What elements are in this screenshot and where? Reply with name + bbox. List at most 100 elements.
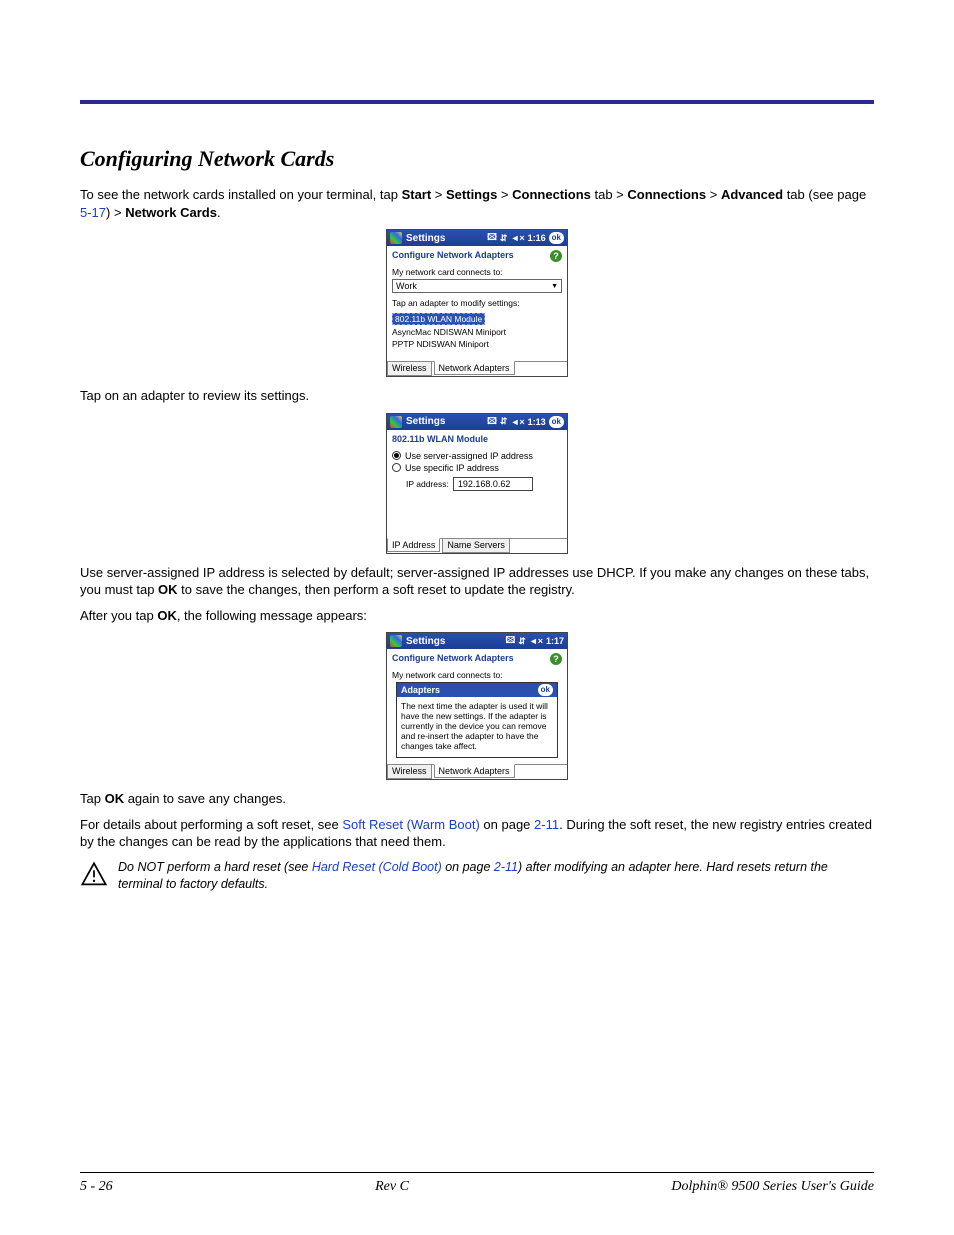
popup-title-text: Adapters [401, 685, 440, 695]
connectivity-icon[interactable]: 🖾 [505, 633, 515, 649]
help-icon[interactable]: ? [550, 250, 562, 262]
popup-body-text: The next time the adapter is used it wil… [401, 701, 553, 751]
ok-button[interactable]: ok [549, 416, 564, 428]
tab-ip-address[interactable]: IP Address [387, 538, 440, 552]
speaker-icon[interactable]: ◄× [529, 636, 543, 646]
pda-titlebar: Settings 🖾 ⇵ ◄× 1:16 ok [387, 230, 567, 246]
crumb-settings: Settings [446, 187, 497, 202]
intro-post: ) > [106, 205, 125, 220]
sep: tab (see page [783, 187, 866, 202]
intro-end: . [217, 205, 221, 220]
hard-reset-page-link[interactable]: 2-11 [494, 860, 518, 874]
warning-text: Do NOT perform a hard reset (see Hard Re… [118, 859, 874, 893]
tab-wireless[interactable]: Wireless [387, 362, 432, 376]
sep: > [431, 187, 446, 202]
radio-label: Use specific IP address [405, 463, 499, 473]
screenshot-configure-adapters: Settings 🖾 ⇵ ◄× 1:16 ok Configure Networ… [386, 229, 568, 377]
soft-reset-page-link[interactable]: 2-11 [534, 817, 559, 832]
sep: tab > [591, 187, 628, 202]
header-rule [80, 100, 874, 104]
sr-a: For details about performing a soft rese… [80, 817, 342, 832]
titlebar-text: Settings [406, 416, 445, 427]
ok-button[interactable]: ok [549, 232, 564, 244]
after-a: After you tap [80, 608, 157, 623]
tap-again-b: again to save any changes. [124, 791, 286, 806]
tab-network-adapters[interactable]: Network Adapters [434, 361, 515, 375]
speaker-icon[interactable]: ◄× [510, 417, 524, 427]
warning-icon [80, 861, 108, 889]
ip-label: IP address: [406, 479, 449, 489]
page-footer: 5 - 26 Rev C Dolphin® 9500 Series User's… [80, 1172, 874, 1195]
panel-subtitle: Configure Network Adapters [392, 250, 514, 262]
section-title: Configuring Network Cards [80, 146, 874, 172]
modify-label: Tap an adapter to modify settings: [392, 298, 562, 308]
connectivity-icon[interactable]: 🖾 [487, 230, 497, 246]
sr-b: on page [480, 817, 534, 832]
intro-paragraph: To see the network cards installed on yo… [80, 186, 874, 221]
clock-text: 1:16 [528, 233, 546, 243]
connectivity-icon[interactable]: 🖾 [487, 414, 497, 430]
connects-label: My network card connects to: [392, 267, 562, 277]
pda-titlebar: Settings 🖾 ⇵ ◄× 1:17 [387, 633, 567, 649]
adapter-selected: 802.11b WLAN Module [392, 313, 485, 325]
footer-page-num: 5 - 26 [80, 1179, 113, 1195]
warn-a: Do NOT perform a hard reset (see [118, 860, 312, 874]
tab-network-adapters[interactable]: Network Adapters [434, 764, 515, 778]
panel-subtitle: Configure Network Adapters [392, 653, 514, 665]
screenshot-adapters-popup: Settings 🖾 ⇵ ◄× 1:17 Configure Network A… [386, 632, 568, 780]
help-icon[interactable]: ? [550, 653, 562, 665]
windows-start-icon[interactable] [390, 232, 402, 244]
crumb-networkcards: Network Cards [125, 205, 217, 220]
crumb-start: Start [402, 187, 432, 202]
radio-specific-ip[interactable]: Use specific IP address [392, 463, 562, 473]
after-ok-paragraph: After you tap OK, the following message … [80, 607, 874, 625]
hard-reset-link[interactable]: Hard Reset (Cold Boot) [312, 860, 442, 874]
panel-subtitle: 802.11b WLAN Module [392, 434, 488, 444]
dhcp-paragraph: Use server-assigned IP address is select… [80, 564, 874, 599]
page-ref-link[interactable]: 5-17 [80, 205, 106, 220]
pda-titlebar: Settings 🖾 ⇵ ◄× 1:13 ok [387, 414, 567, 430]
sep: > [497, 187, 512, 202]
ok-text: OK [157, 608, 177, 623]
titlebar-text: Settings [406, 636, 445, 647]
ip-address-field[interactable]: 192.168.0.62 [453, 477, 533, 491]
speaker-icon[interactable]: ◄× [510, 233, 524, 243]
adapters-popup: Adapters ok The next time the adapter is… [396, 682, 558, 758]
titlebar-text: Settings [406, 233, 445, 244]
crumb-advanced: Advanced [721, 187, 783, 202]
radio-server-assigned[interactable]: Use server-assigned IP address [392, 451, 562, 461]
radio-label: Use server-assigned IP address [405, 451, 533, 461]
windows-start-icon[interactable] [390, 416, 402, 428]
connects-value: Work [396, 281, 417, 291]
signal-icon[interactable]: ⇵ [518, 636, 526, 647]
dhcp-b: to save the changes, then perform a soft… [178, 582, 575, 597]
adapter-item[interactable]: PPTP NDISWAN Miniport [392, 338, 562, 350]
adapter-item[interactable]: AsyncMac NDISWAN Miniport [392, 326, 562, 338]
intro-pre: To see the network cards installed on yo… [80, 187, 402, 202]
footer-guide-title: Dolphin® 9500 Series User's Guide [671, 1179, 874, 1195]
tab-name-servers[interactable]: Name Servers [442, 539, 510, 553]
connects-label: My network card connects to: [392, 670, 562, 680]
tap-adapter-text: Tap on an adapter to review its settings… [80, 387, 874, 405]
windows-start-icon[interactable] [390, 635, 402, 647]
popup-ok-button[interactable]: ok [538, 684, 553, 696]
radio-icon [392, 463, 401, 472]
screenshot-wlan-module: Settings 🖾 ⇵ ◄× 1:13 ok 802.11b WLAN Mod… [386, 413, 568, 554]
warn-b: on page [442, 860, 494, 874]
connects-dropdown[interactable]: Work ▼ [392, 279, 562, 293]
signal-icon[interactable]: ⇵ [500, 233, 508, 244]
crumb-connections: Connections [512, 187, 591, 202]
crumb-connections2: Connections [627, 187, 706, 202]
radio-icon [392, 451, 401, 460]
soft-reset-link[interactable]: Soft Reset (Warm Boot) [342, 817, 480, 832]
signal-icon[interactable]: ⇵ [500, 416, 508, 427]
chevron-down-icon: ▼ [551, 283, 558, 290]
sep: > [706, 187, 721, 202]
softreset-paragraph: For details about performing a soft rese… [80, 816, 874, 851]
clock-text: 1:13 [528, 417, 546, 427]
tap-again-a: Tap [80, 791, 105, 806]
ok-text: OK [158, 582, 178, 597]
adapter-item[interactable]: 802.11b WLAN Module [392, 312, 562, 326]
clock-text: 1:17 [546, 636, 564, 646]
tab-wireless[interactable]: Wireless [387, 765, 432, 779]
